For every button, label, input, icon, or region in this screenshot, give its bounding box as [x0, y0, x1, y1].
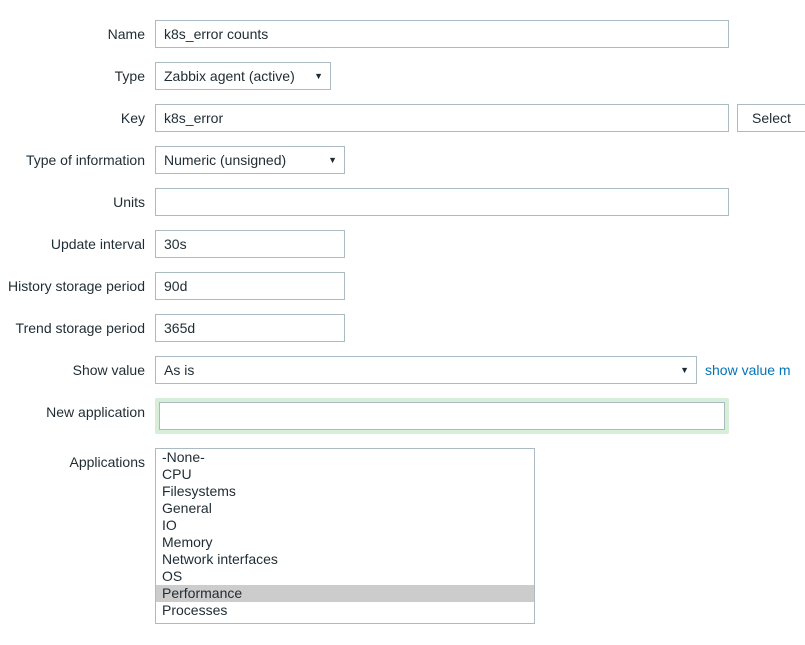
key-input[interactable]	[155, 104, 729, 132]
applications-listbox[interactable]: -None-CPUFilesystemsGeneralIOMemoryNetwo…	[155, 448, 535, 624]
show-value-label: Show value	[0, 356, 155, 378]
applications-option[interactable]: CPU	[156, 466, 534, 483]
key-label: Key	[0, 104, 155, 126]
name-input[interactable]	[155, 20, 729, 48]
applications-label: Applications	[0, 448, 155, 470]
show-value-select[interactable]: As is	[155, 356, 697, 384]
new-application-highlight	[155, 398, 729, 434]
applications-option[interactable]: Memory	[156, 534, 534, 551]
name-label: Name	[0, 20, 155, 42]
history-storage-period-label: History storage period	[0, 272, 155, 294]
type-of-information-label: Type of information	[0, 146, 155, 168]
trend-storage-period-label: Trend storage period	[0, 314, 155, 336]
applications-option[interactable]: OS	[156, 568, 534, 585]
history-storage-period-input[interactable]	[155, 272, 345, 300]
key-select-button[interactable]: Select	[737, 104, 805, 132]
applications-option[interactable]: Processes	[156, 602, 534, 619]
applications-option[interactable]: General	[156, 500, 534, 517]
applications-option[interactable]: IO	[156, 517, 534, 534]
show-value-mappings-link[interactable]: show value m	[705, 362, 791, 378]
new-application-label: New application	[0, 398, 155, 420]
type-label: Type	[0, 62, 155, 84]
type-select[interactable]: Zabbix agent (active)	[155, 62, 331, 90]
units-label: Units	[0, 188, 155, 210]
applications-option[interactable]: Network interfaces	[156, 551, 534, 568]
applications-option[interactable]: Performance	[156, 585, 534, 602]
type-of-information-select[interactable]: Numeric (unsigned)	[155, 146, 345, 174]
units-input[interactable]	[155, 188, 729, 216]
update-interval-label: Update interval	[0, 230, 155, 252]
new-application-input[interactable]	[159, 402, 725, 430]
trend-storage-period-input[interactable]	[155, 314, 345, 342]
update-interval-input[interactable]	[155, 230, 345, 258]
applications-option[interactable]: -None-	[156, 449, 534, 466]
applications-option[interactable]: Filesystems	[156, 483, 534, 500]
